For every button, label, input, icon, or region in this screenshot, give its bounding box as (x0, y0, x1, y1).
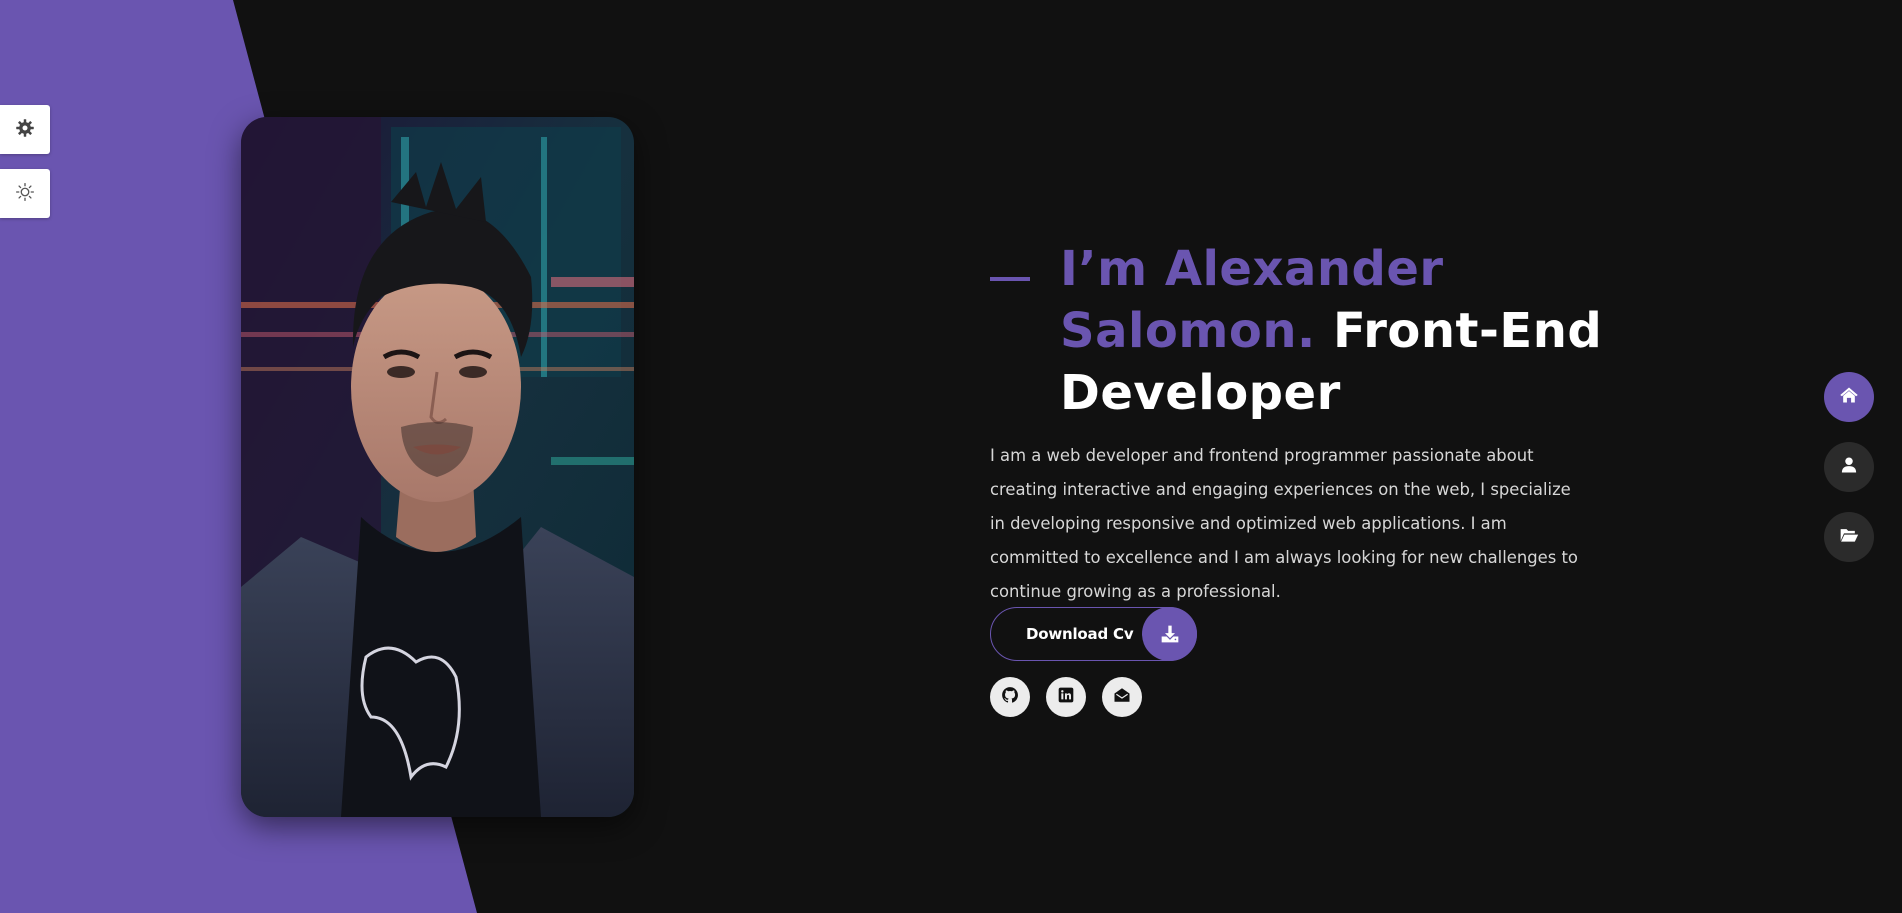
nav-about-button[interactable] (1824, 442, 1874, 492)
sun-icon (15, 182, 35, 206)
side-navigation (1824, 372, 1874, 582)
envelope-open-icon (1113, 686, 1131, 708)
home-icon (1839, 385, 1859, 409)
nav-portfolio-button[interactable] (1824, 512, 1874, 562)
social-links (990, 677, 1142, 717)
github-icon (1001, 686, 1019, 708)
folder-open-icon (1839, 525, 1859, 549)
linkedin-icon (1058, 687, 1074, 707)
hero-title: I’m Alexander Salomon. Front-End Develop… (1060, 238, 1620, 424)
download-cv-label: Download Cv (1026, 625, 1134, 643)
profile-photo (241, 117, 634, 817)
theme-toggle-button[interactable] (0, 169, 50, 218)
user-icon (1840, 456, 1858, 478)
linkedin-link[interactable] (1046, 677, 1086, 717)
hero-description: I am a web developer and frontend progra… (990, 446, 1578, 601)
github-link[interactable] (990, 677, 1030, 717)
download-cv-button[interactable]: Download Cv (990, 607, 1197, 661)
title-decor-line (990, 277, 1030, 281)
email-link[interactable] (1102, 677, 1142, 717)
gear-icon (15, 118, 35, 142)
side-tools (0, 105, 50, 233)
nav-home-button[interactable] (1824, 372, 1874, 422)
page: I’m Alexander Salomon. Front-End Develop… (0, 0, 1902, 913)
settings-button[interactable] (0, 105, 50, 154)
download-icon (1142, 607, 1197, 661)
